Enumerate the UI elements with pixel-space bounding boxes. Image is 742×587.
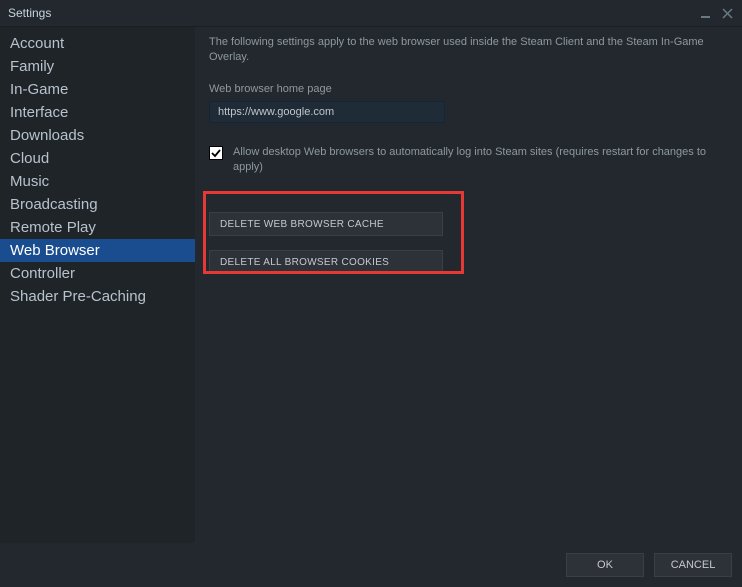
content-panel: The following settings apply to the web … (195, 27, 742, 543)
window-body: AccountFamilyIn-GameInterfaceDownloadsCl… (0, 26, 742, 543)
auto-login-checkbox[interactable] (209, 146, 223, 160)
sidebar-item-in-game[interactable]: In-Game (0, 78, 195, 101)
sidebar-item-shader-pre-caching[interactable]: Shader Pre-Caching (0, 285, 195, 308)
sidebar-item-family[interactable]: Family (0, 55, 195, 78)
titlebar-controls (698, 6, 734, 20)
sidebar-item-account[interactable]: Account (0, 32, 195, 55)
ok-button[interactable]: OK (566, 553, 644, 577)
minimize-icon[interactable] (698, 6, 712, 20)
delete-cache-button[interactable]: DELETE WEB BROWSER CACHE (209, 212, 443, 236)
sidebar-item-downloads[interactable]: Downloads (0, 124, 195, 147)
sidebar-item-broadcasting[interactable]: Broadcasting (0, 193, 195, 216)
sidebar-item-cloud[interactable]: Cloud (0, 147, 195, 170)
sidebar-item-controller[interactable]: Controller (0, 262, 195, 285)
sidebar-item-remote-play[interactable]: Remote Play (0, 216, 195, 239)
titlebar: Settings (0, 0, 742, 26)
homepage-label: Web browser home page (209, 83, 728, 95)
sidebar-item-interface[interactable]: Interface (0, 101, 195, 124)
delete-cookies-button[interactable]: DELETE ALL BROWSER COOKIES (209, 250, 443, 274)
footer: OK CANCEL (0, 543, 742, 587)
sidebar-item-web-browser[interactable]: Web Browser (0, 239, 195, 262)
action-buttons-area: DELETE WEB BROWSER CACHE DELETE ALL BROW… (209, 212, 728, 274)
homepage-input[interactable] (209, 101, 445, 123)
sidebar: AccountFamilyIn-GameInterfaceDownloadsCl… (0, 27, 195, 543)
settings-window: Settings AccountFamilyIn-GameInterfaceDo… (0, 0, 742, 587)
close-icon[interactable] (720, 6, 734, 20)
panel-description: The following settings apply to the web … (209, 35, 728, 65)
auto-login-row: Allow desktop Web browsers to automatica… (209, 145, 728, 175)
window-title: Settings (8, 6, 51, 20)
sidebar-item-music[interactable]: Music (0, 170, 195, 193)
auto-login-label: Allow desktop Web browsers to automatica… (233, 145, 728, 175)
cancel-button[interactable]: CANCEL (654, 553, 732, 577)
